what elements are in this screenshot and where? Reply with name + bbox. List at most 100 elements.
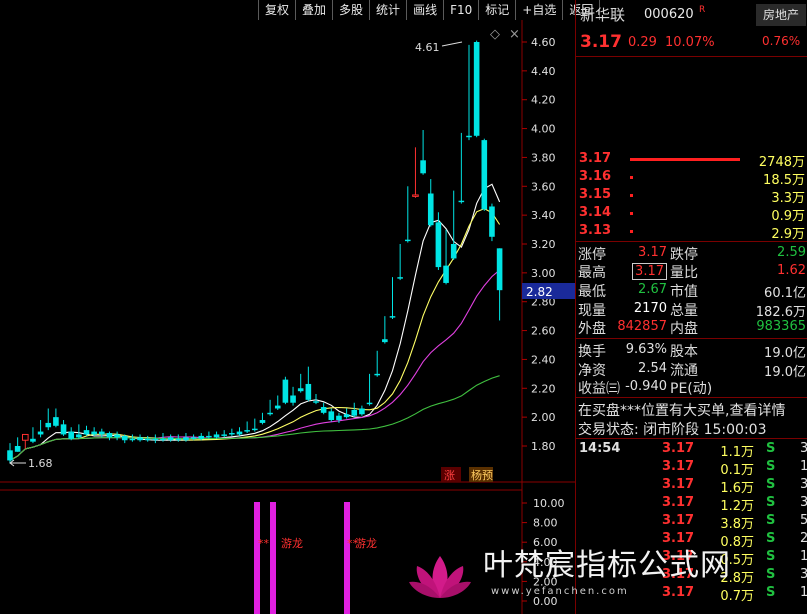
orderbook-volume: 0.9万 — [771, 209, 805, 224]
orderbook-volume: 2.9万 — [771, 227, 805, 242]
candle-body — [114, 434, 120, 438]
kline-chart[interactable]: 4.604.404.204.003.803.603.403.203.002.80… — [0, 20, 575, 614]
f10-button[interactable]: F10 — [443, 0, 478, 20]
candle-body — [129, 438, 136, 441]
tick-row: 3.17 0.5万 S 1 — [576, 549, 807, 568]
candle-body — [198, 435, 205, 439]
candle-body — [14, 446, 21, 452]
price-change: 0.29 — [628, 35, 657, 50]
xianliang-label: 现量 — [578, 303, 606, 319]
jingzi-label: 净资 — [578, 363, 606, 379]
price-tick-label: 3.80 — [531, 151, 556, 164]
orderbook-row[interactable]: 3.16 18.5万 — [576, 169, 807, 188]
stock-name: 新华联 — [580, 6, 626, 24]
draw-line-button[interactable]: 画线 — [406, 0, 443, 20]
price-tick-label: 3.40 — [531, 209, 556, 222]
neipan-label: 内盘 — [670, 321, 698, 337]
zuigao-value: 3.17 — [632, 263, 667, 280]
tick-count: 5 — [800, 513, 807, 528]
mark-button[interactable]: 标记 — [478, 0, 515, 20]
tick-row: 3.17 0.7万 S 1 — [576, 585, 807, 604]
liangbi-value: 1.62 — [777, 263, 806, 278]
candle-body — [420, 160, 426, 174]
statistics-button[interactable]: 统计 — [369, 0, 406, 20]
tick-price: 3.17 — [662, 513, 695, 528]
price-tick-label: 2.40 — [531, 353, 556, 366]
orderbook-bar — [630, 194, 633, 197]
candle-body — [229, 433, 235, 435]
orderbook-row[interactable]: 3.17 2748万 — [576, 151, 807, 170]
tick-volume: 1.1万 — [720, 445, 754, 460]
candle-body — [22, 433, 29, 441]
candle-body — [37, 431, 44, 435]
waipan-value: 842857 — [617, 319, 667, 334]
tick-side: S — [766, 549, 776, 564]
candle-body — [259, 420, 266, 423]
candle-body — [99, 431, 105, 435]
add-watchlist-button[interactable]: +自选 — [515, 0, 562, 20]
indicator-tick-label: 10.00 — [533, 497, 565, 510]
tick-side: S — [766, 567, 776, 582]
price-tick-label: 4.20 — [531, 94, 556, 107]
orderbook-price: 3.16 — [579, 169, 612, 184]
candle-body — [137, 437, 143, 441]
high-price-label: 4.61 — [415, 41, 440, 54]
candle-body — [458, 200, 465, 203]
price-tick-label: 3.00 — [531, 267, 556, 280]
orderbook-bar — [630, 230, 633, 233]
candle-body — [435, 222, 442, 268]
orderbook-row[interactable]: 3.15 3.3万 — [576, 187, 807, 206]
rzrq-badge: R — [699, 5, 706, 15]
multi-stock-button[interactable]: 多股 — [332, 0, 369, 20]
candle-body — [343, 414, 350, 418]
big-order-notice[interactable]: 在买盘***位置有大买单,查看详情 — [578, 400, 785, 420]
tick-price: 3.17 — [662, 441, 695, 456]
liutong-label: 流通 — [670, 363, 698, 379]
tick-count: 3 — [800, 441, 807, 456]
tick-volume: 0.7万 — [720, 589, 754, 604]
candle-body — [30, 438, 36, 442]
tick-count: 3 — [800, 477, 807, 492]
candle-body — [496, 248, 503, 291]
zongliang-value: 182.6万 — [755, 305, 806, 320]
stock-code: 000620 — [644, 7, 694, 22]
tick-side: S — [766, 495, 776, 510]
candle-body — [221, 434, 227, 436]
fuquan-button[interactable]: 复权 — [258, 0, 295, 20]
diamond-icon[interactable]: ◇ — [490, 27, 500, 42]
chart-area[interactable]: 4.60 4.40 4.20 4.00 3.80 3.60 3.40 3.20 3.00 2.80… — [0, 20, 575, 614]
tick-volume: 2.8万 — [720, 571, 754, 586]
tick-side: S — [766, 459, 776, 474]
candle-body — [443, 265, 449, 283]
indicator-tick-label: 8.00 — [533, 517, 558, 530]
tick-row: 3.17 2.8万 S 3 — [576, 567, 807, 586]
tick-count: 3 — [800, 567, 807, 582]
candle-body — [91, 431, 97, 435]
overlay-button[interactable]: 叠加 — [295, 0, 332, 20]
orderbook-row[interactable]: 3.13 2.9万 — [576, 223, 807, 242]
indicator-tick-label: 2.00 — [533, 575, 558, 588]
liutong-value: 19.0亿 — [764, 365, 806, 380]
zuidi-label: 最低 — [578, 284, 606, 300]
orderbook-price: 3.15 — [579, 187, 612, 202]
tick-time: 14:54 — [579, 441, 621, 456]
price-tick-label: 4.00 — [531, 123, 556, 136]
low-price-label: 1.68 — [28, 457, 53, 470]
price-change-pct: 10.07% — [665, 35, 715, 50]
tick-price: 3.17 — [662, 549, 695, 564]
zuigao-label: 最高 — [578, 265, 606, 281]
close-icon[interactable]: × — [509, 27, 520, 42]
huanshou-label: 换手 — [578, 344, 606, 360]
candle-body — [213, 434, 220, 438]
candle-body — [236, 431, 243, 435]
dieting-label: 跌停 — [670, 247, 698, 263]
sector-button[interactable]: 房地产 — [756, 4, 806, 26]
huanshou-value: 9.63% — [625, 342, 667, 357]
tick-price: 3.17 — [662, 585, 695, 600]
orderbook-bar — [630, 158, 740, 161]
candle-body — [167, 437, 174, 441]
orderbook-row[interactable]: 3.14 0.9万 — [576, 205, 807, 224]
candle-body — [382, 339, 388, 343]
tick-row: 3.17 3.8万 S 5 — [576, 513, 807, 532]
jingzi-value: 2.54 — [638, 361, 667, 376]
